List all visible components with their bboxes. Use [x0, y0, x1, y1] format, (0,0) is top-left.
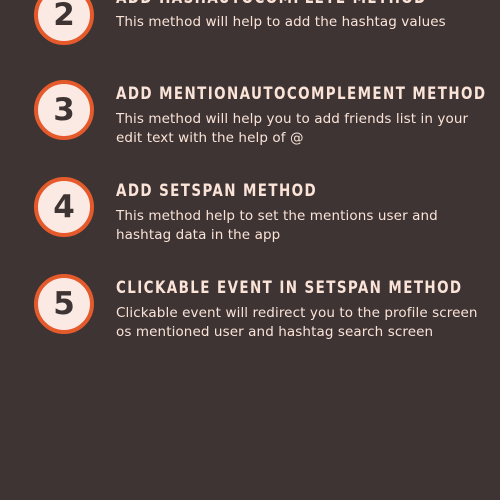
step-description: This method will help to add the hashtag… [116, 14, 446, 30]
step-number-badge: 5 [34, 274, 94, 334]
step-title: CLICKABLE EVENT IN SETSPAN METHOD [116, 278, 463, 298]
step-number: 2 [53, 0, 75, 33]
step-description: This method help to set the mentions use… [116, 208, 438, 243]
step-number: 4 [53, 188, 75, 225]
step-number: 5 [53, 285, 75, 322]
step-title: ADD MENTIONAUTOCOMPLEMENT METHOD [116, 84, 487, 104]
step-number-badge: 3 [34, 80, 94, 140]
step-title: ADD HASHAUTOCOMPLETE METHOD [116, 0, 450, 9]
step-number: 3 [53, 91, 75, 128]
step-description: This method will help you to add friends… [116, 111, 469, 146]
step-number-badge: 4 [34, 177, 94, 237]
step-title: ADD SETSPAN METHOD [116, 181, 318, 201]
step-description: Clickable event will redirect you to the… [116, 305, 478, 340]
step-number-badge: 2 [34, 0, 94, 45]
